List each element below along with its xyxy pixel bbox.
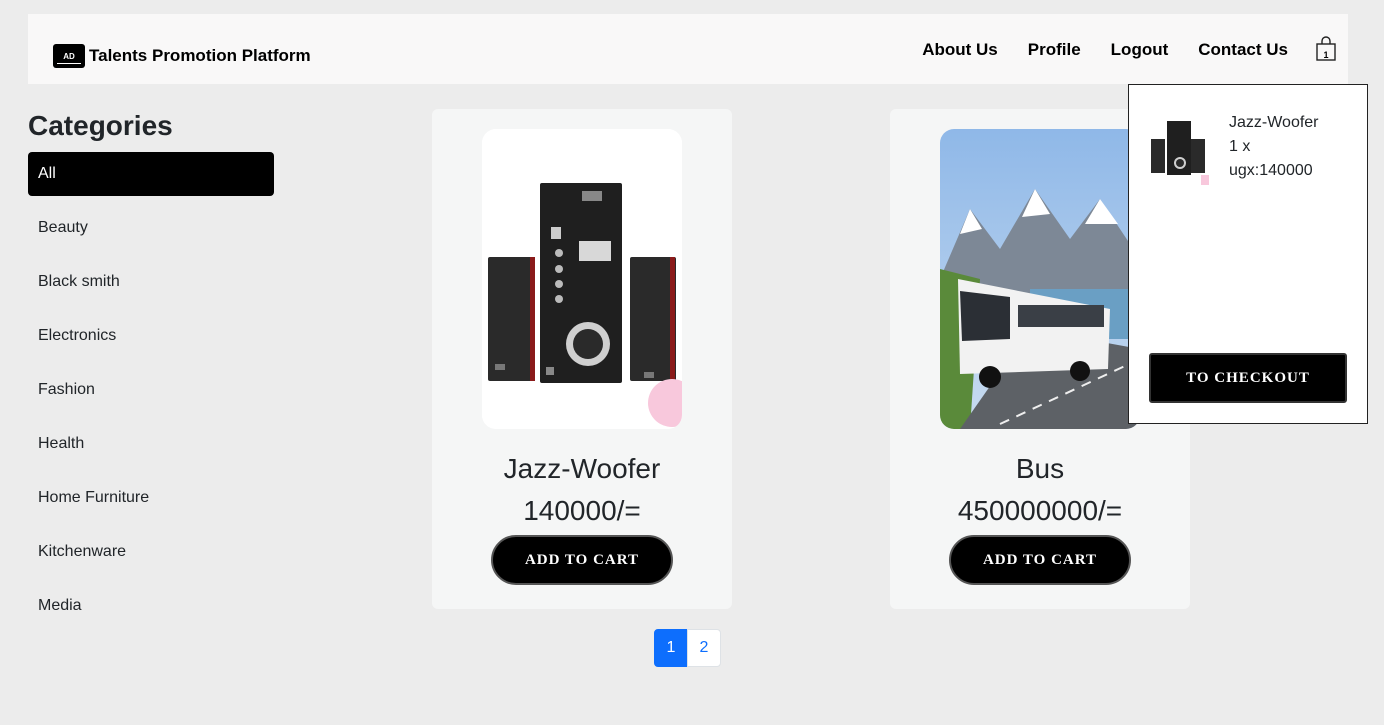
- nav-link-about-us[interactable]: About Us: [922, 40, 998, 60]
- product-name: Bus: [1015, 453, 1065, 484]
- nav-link-profile[interactable]: Profile: [1028, 40, 1081, 60]
- product-price: 140000/=: [523, 495, 641, 526]
- category-all[interactable]: All: [28, 152, 274, 196]
- add-to-cart-button[interactable]: ADD TO CART: [949, 535, 1131, 585]
- category-health[interactable]: Health: [28, 422, 274, 466]
- nav-link-contact-us[interactable]: Contact Us: [1198, 40, 1288, 60]
- product-price: 450000000/=: [957, 495, 1123, 526]
- to-checkout-button[interactable]: TO CHECKOUT: [1149, 353, 1347, 403]
- page-2-button[interactable]: 2: [687, 629, 721, 667]
- categories-sidebar: Categories All Beauty Black smith Electr…: [28, 108, 274, 638]
- navbar: AD Talents Promotion Platform About Us P…: [28, 14, 1348, 84]
- cart-item-name: Jazz-Woofer: [1229, 114, 1319, 131]
- category-media[interactable]: Media: [28, 584, 274, 628]
- category-fashion[interactable]: Fashion: [28, 368, 274, 412]
- category-home-furniture[interactable]: Home Furniture: [28, 476, 274, 520]
- category-black-smith[interactable]: Black smith: [28, 260, 274, 304]
- product-image-bus[interactable]: [940, 129, 1140, 429]
- cart-item-info: Jazz-Woofer 1 x ugx:140000: [1229, 111, 1319, 183]
- category-electronics[interactable]: Electronics: [28, 314, 274, 358]
- product-name: Jazz-Woofer: [503, 453, 661, 484]
- product-image-woofer[interactable]: [482, 129, 682, 429]
- cart-item-thumbnail: [1149, 115, 1209, 187]
- pagination: 1 2: [654, 629, 721, 667]
- shopping-bag-icon[interactable]: 1: [1315, 36, 1337, 62]
- category-beauty[interactable]: Beauty: [28, 206, 274, 250]
- add-to-cart-button[interactable]: ADD TO CART: [491, 535, 673, 585]
- nav-link-logout[interactable]: Logout: [1111, 40, 1169, 60]
- page-1-button[interactable]: 1: [654, 629, 688, 667]
- brand[interactable]: AD Talents Promotion Platform: [53, 44, 311, 68]
- nav-links: About Us Profile Logout Contact Us: [892, 40, 1288, 60]
- categories-title: Categories: [28, 110, 173, 141]
- cart-item-price: ugx:140000: [1229, 162, 1313, 179]
- category-kitchenware[interactable]: Kitchenware: [28, 530, 274, 574]
- cart-dropdown: Jazz-Woofer 1 x ugx:140000 TO CHECKOUT: [1128, 84, 1368, 424]
- cart-count-badge: 1: [1323, 50, 1329, 60]
- cart-item-quantity: 1 x: [1229, 138, 1251, 155]
- brand-name: Talents Promotion Platform: [89, 46, 311, 65]
- brand-logo-icon: AD: [53, 44, 85, 68]
- product-card: Jazz-Woofer 140000/= ADD TO CART: [432, 109, 732, 609]
